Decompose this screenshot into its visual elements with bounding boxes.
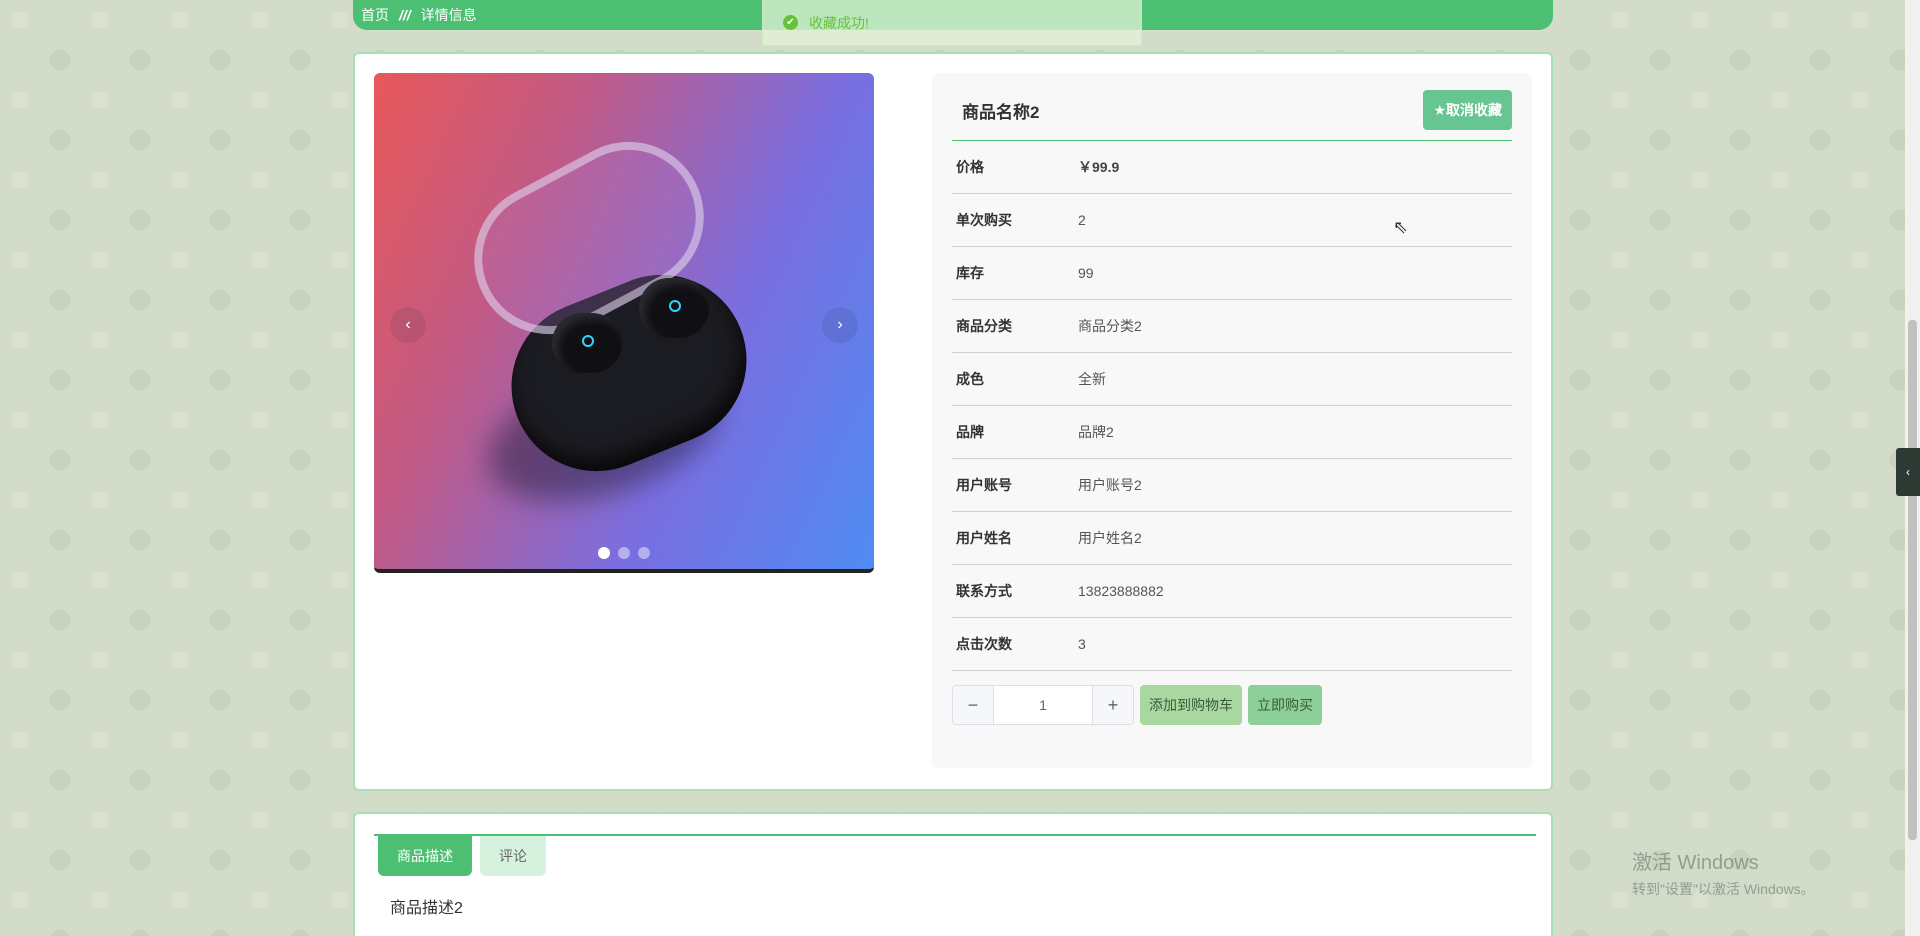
product-image-earbud-right bbox=[639, 278, 709, 338]
breadcrumb-separator: /// bbox=[399, 7, 411, 23]
info-value: 全新 bbox=[1078, 371, 1106, 387]
watermark-title: 激活 Windows bbox=[1632, 852, 1759, 874]
product-info-panel: 商品名称2 ★取消收藏 价格 ￥99.9 单次购买 2 库存 99 商品分类 商… bbox=[932, 73, 1532, 768]
success-toast: ✔ 收藏成功! bbox=[762, 0, 1142, 46]
info-label: 单次购买 bbox=[956, 212, 1012, 228]
detail-tabs: 商品描述 评论 bbox=[378, 836, 546, 876]
quantity-increase-button[interactable]: + bbox=[1093, 686, 1133, 724]
quantity-stepper: − + bbox=[952, 685, 1134, 725]
info-label: 点击次数 bbox=[956, 636, 1012, 652]
product-image-earbud-left bbox=[552, 313, 622, 373]
info-row-price: 价格 ￥99.9 bbox=[952, 141, 1512, 194]
info-value: 2 bbox=[1078, 212, 1086, 228]
product-description-card: 商品描述 评论 商品描述2 bbox=[353, 812, 1553, 936]
toast-message: 收藏成功! bbox=[809, 14, 869, 31]
info-value: 3 bbox=[1078, 636, 1086, 652]
carousel-indicators bbox=[374, 547, 874, 559]
carousel-next-button[interactable]: › bbox=[822, 307, 858, 343]
info-value: 商品分类2 bbox=[1078, 318, 1142, 334]
side-panel-toggle[interactable]: ‹ bbox=[1896, 448, 1920, 496]
info-value: 99 bbox=[1078, 265, 1094, 281]
info-label: 库存 bbox=[956, 265, 984, 281]
info-label: 价格 bbox=[956, 159, 984, 175]
breadcrumb-current: 详情信息 bbox=[420, 7, 477, 23]
purchase-actions: − + 添加到购物车 立即购买 bbox=[952, 685, 1512, 725]
tabs-divider bbox=[374, 834, 1536, 836]
product-detail-card: ‹ › 商品名称2 ★取消收藏 价格 ￥99.9 单次购买 2 库存 99 商品… bbox=[353, 52, 1553, 791]
info-row-click-count: 点击次数 3 bbox=[952, 618, 1512, 671]
info-label: 联系方式 bbox=[956, 583, 1012, 599]
breadcrumb-home-link[interactable]: 首页 bbox=[361, 5, 389, 25]
quantity-decrease-button[interactable]: − bbox=[953, 686, 993, 724]
info-row-brand: 品牌 品牌2 bbox=[952, 406, 1512, 459]
product-description-text: 商品描述2 bbox=[390, 900, 463, 917]
info-row-stock: 库存 99 bbox=[952, 247, 1512, 300]
info-row-category: 商品分类 商品分类2 bbox=[952, 300, 1512, 353]
info-row-user-account: 用户账号 用户账号2 bbox=[952, 459, 1512, 512]
watermark-subtitle: 转到"设置"以激活 Windows。 bbox=[1632, 881, 1815, 897]
info-value: 13823888882 bbox=[1078, 583, 1164, 599]
product-info-header: 商品名称2 ★取消收藏 bbox=[952, 80, 1512, 141]
info-value: 用户账号2 bbox=[1078, 477, 1142, 493]
info-label: 商品分类 bbox=[956, 318, 1012, 334]
quantity-input[interactable] bbox=[993, 686, 1093, 724]
product-image-carousel[interactable]: ‹ › bbox=[374, 73, 874, 573]
carousel-indicator[interactable] bbox=[618, 547, 630, 559]
add-to-cart-button[interactable]: 添加到购物车 bbox=[1140, 685, 1242, 725]
cancel-favorite-button[interactable]: ★取消收藏 bbox=[1423, 90, 1512, 130]
info-value: 品牌2 bbox=[1078, 424, 1114, 440]
info-label: 成色 bbox=[956, 371, 984, 387]
product-title: 商品名称2 bbox=[962, 102, 1040, 122]
check-circle-icon: ✔ bbox=[783, 15, 798, 30]
tab-comments[interactable]: 评论 bbox=[480, 836, 546, 876]
mouse-cursor-icon: ⇖ bbox=[1393, 217, 1409, 237]
info-value: 用户姓名2 bbox=[1078, 530, 1142, 546]
info-label: 用户账号 bbox=[956, 477, 1012, 493]
info-row-condition: 成色 全新 bbox=[952, 353, 1512, 406]
info-label: 品牌 bbox=[956, 424, 984, 440]
info-value: ￥99.9 bbox=[1078, 159, 1120, 175]
info-row-user-name: 用户姓名 用户姓名2 bbox=[952, 512, 1512, 565]
scrollbar-thumb[interactable] bbox=[1908, 320, 1917, 840]
carousel-indicator[interactable] bbox=[598, 547, 610, 559]
info-row-contact: 联系方式 13823888882 bbox=[952, 565, 1512, 618]
carousel-indicator[interactable] bbox=[638, 547, 650, 559]
windows-activation-watermark: 激活 Windows 转到"设置"以激活 Windows。 bbox=[1632, 846, 1815, 899]
info-row-per-purchase: 单次购买 2 bbox=[952, 194, 1512, 247]
buy-now-button[interactable]: 立即购买 bbox=[1248, 685, 1322, 725]
info-label: 用户姓名 bbox=[956, 530, 1012, 546]
carousel-prev-button[interactable]: ‹ bbox=[390, 307, 426, 343]
tab-description[interactable]: 商品描述 bbox=[378, 836, 472, 876]
